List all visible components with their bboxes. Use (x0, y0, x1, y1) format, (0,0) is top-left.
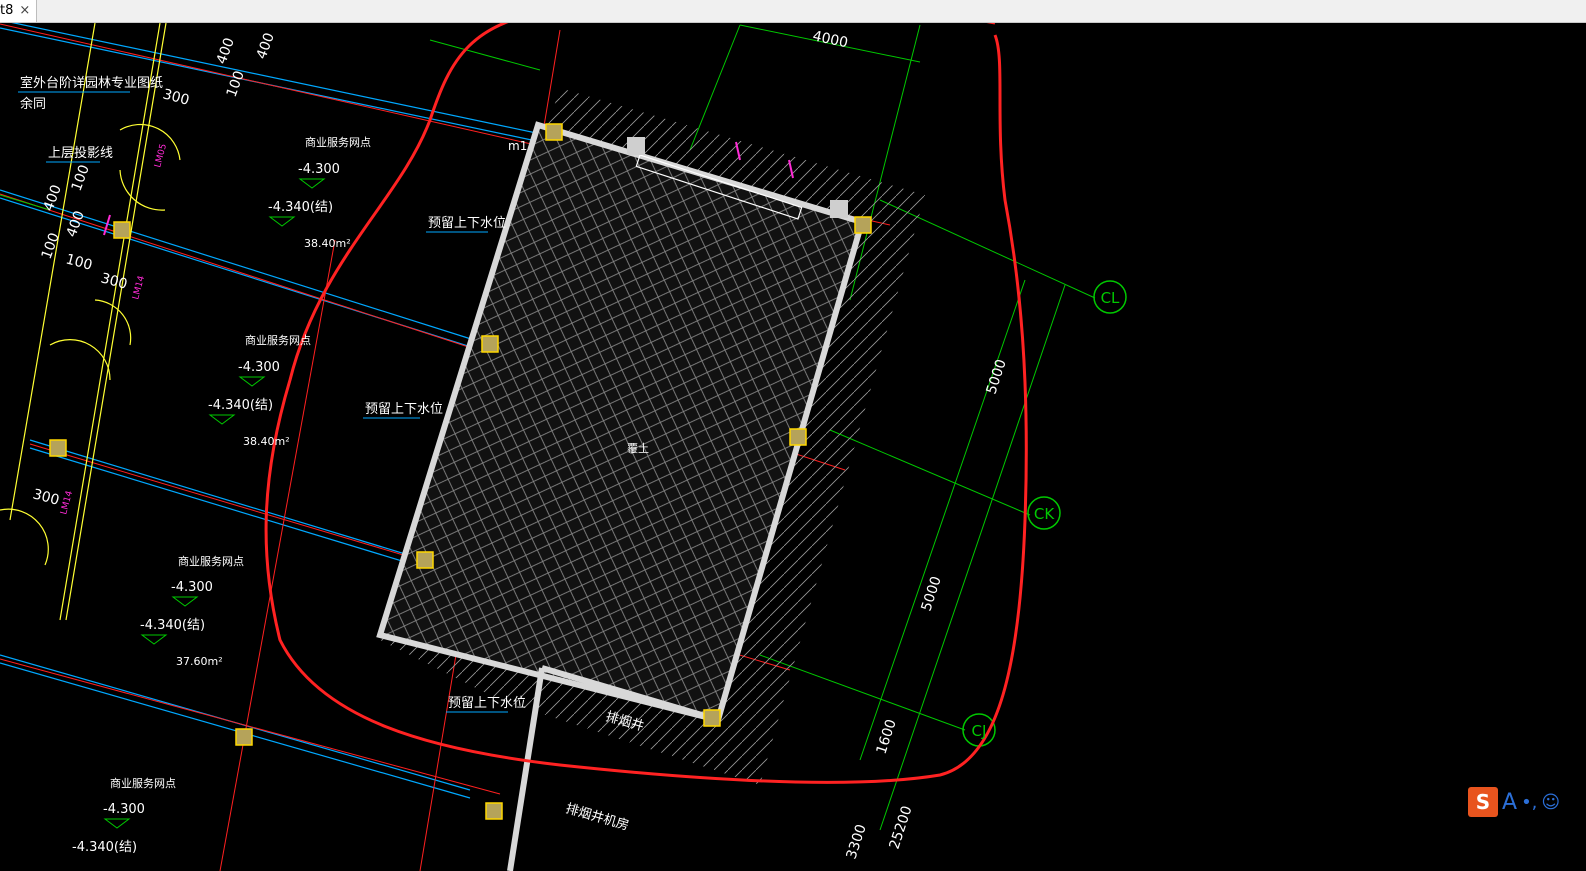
column-sq-b (830, 200, 848, 218)
room-4: 商业服务网点 -4.300 -4.340(结) (72, 776, 176, 855)
svg-text:商业服务网点: 商业服务网点 (110, 776, 176, 790)
svg-text:-4.300: -4.300 (298, 162, 340, 177)
room-1: 商业服务网点 -4.300 -4.340(结) 38.40m² (268, 135, 371, 250)
document-tab-bar: t8 × (0, 0, 1586, 23)
dim-400-b: 400 (254, 31, 278, 62)
svg-text:38.40m²: 38.40m² (243, 435, 290, 448)
room-3: 商业服务网点 -4.300 -4.340(结) 37.60m² (140, 554, 244, 668)
dim-100-b: 100 (69, 163, 93, 194)
note-smoke-shaft-room: 排烟井机房 (564, 800, 631, 833)
dim-300-c: 300 (31, 486, 61, 508)
svg-text:37.60m²: 37.60m² (176, 655, 223, 668)
note-reserved-water-1: 预留上下水位 (428, 216, 506, 231)
window-tag-2: LM14 (131, 275, 147, 301)
svg-text:-4.340(结): -4.340(结) (268, 200, 333, 215)
svg-text:-4.300: -4.300 (103, 802, 145, 817)
svg-text:38.40m²: 38.40m² (304, 237, 351, 250)
note-fill: 覆土 (627, 442, 649, 455)
dim-300-a: 300 (161, 86, 191, 108)
ime-punctuation-toggle[interactable]: •, (1521, 792, 1537, 813)
sogou-logo-icon[interactable]: S (1468, 787, 1498, 817)
svg-text:-4.300: -4.300 (238, 360, 280, 375)
note-upper-projection: 上层投影线 (48, 145, 113, 161)
svg-text:商业服务网点: 商业服务网点 (245, 333, 311, 347)
document-tab-label: t8 (0, 3, 14, 18)
close-icon[interactable]: × (19, 0, 30, 22)
note-reserved-water-3: 预留上下水位 (448, 696, 526, 711)
dim-400-a: 400 (214, 36, 238, 67)
room-2: 商业服务网点 -4.300 -4.340(结) 38.40m² (208, 333, 311, 448)
grid-label-cl: CL (1101, 289, 1120, 307)
dim-1600: 1600 (874, 717, 900, 756)
dim-100-c: 100 (39, 231, 63, 262)
note-reserved-water-2: 预留上下水位 (365, 402, 443, 417)
grid-label-cj: CJ (972, 722, 987, 740)
ime-toolbar[interactable]: S A •, ☺ (1468, 787, 1560, 817)
dim-400-d: 400 (64, 209, 88, 240)
facade-lines (0, 23, 181, 621)
note-outdoor-steps: 室外台阶详园林专业图纸 (20, 75, 163, 91)
column-sq-a (627, 137, 645, 155)
svg-text:商业服务网点: 商业服务网点 (305, 135, 371, 149)
ime-emoji-icon[interactable]: ☺ (1541, 792, 1560, 813)
note-m1: m1 (508, 139, 527, 153)
svg-text:商业服务网点: 商业服务网点 (178, 554, 244, 568)
dim-4000: 4000 (811, 28, 849, 51)
cad-drawing-canvas[interactable]: CL CK CJ 4000 5000 5000 1600 25200 3300 … (0, 23, 1586, 871)
dim-100-d: 100 (64, 251, 94, 273)
window-tag-1: LM05 (153, 143, 169, 169)
svg-text:-4.340(结): -4.340(结) (72, 840, 137, 855)
dim-5000-upper: 5000 (984, 357, 1010, 396)
svg-text:-4.300: -4.300 (171, 580, 213, 595)
note-outdoor-steps-same: 余同 (20, 96, 46, 112)
document-tab[interactable]: t8 × (0, 0, 38, 22)
dim-100-a: 100 (224, 69, 248, 100)
window-tag-3: LM14 (59, 490, 75, 516)
grid-label-ck: CK (1034, 505, 1055, 523)
svg-text:-4.340(结): -4.340(结) (140, 618, 205, 633)
ime-mode-toggle[interactable]: A (1502, 790, 1517, 815)
svg-text:-4.340(结): -4.340(结) (208, 398, 273, 413)
dim-5000-lower: 5000 (919, 574, 945, 613)
dim-25200: 25200 (887, 804, 916, 851)
dim-3300: 3300 (844, 822, 870, 861)
